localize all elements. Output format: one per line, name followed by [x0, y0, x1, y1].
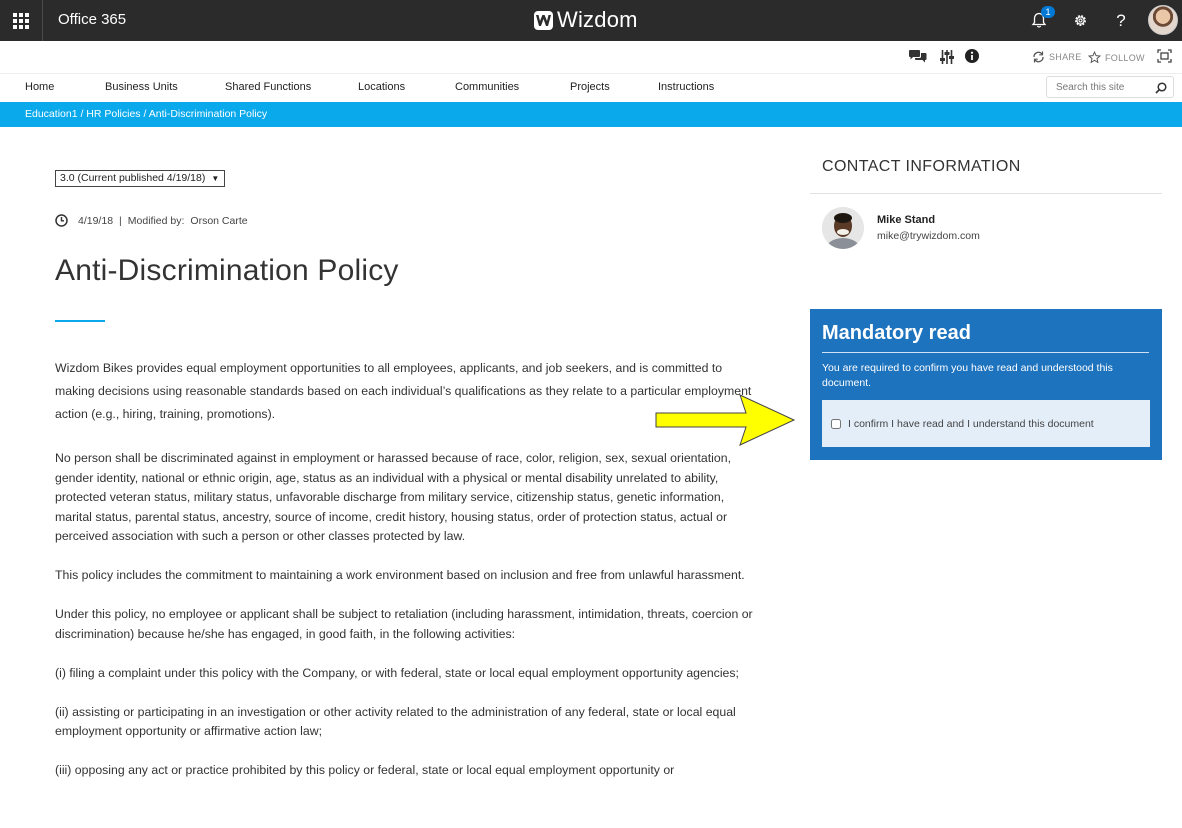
brand-logo[interactable]: Wizdom — [534, 7, 638, 33]
action-bar: SHARE FOLLOW — [0, 41, 1182, 73]
settings-button[interactable] — [1060, 0, 1100, 41]
breadcrumb: Education1 / HR Policies / Anti-Discrimi… — [0, 102, 1182, 127]
user-avatar[interactable] — [1148, 5, 1178, 35]
contact-name[interactable]: Mike Stand — [877, 214, 935, 226]
search-button[interactable] — [1155, 81, 1167, 99]
paragraph: This policy includes the commitment to m… — [55, 568, 745, 582]
app-title[interactable]: Office 365 — [58, 11, 126, 28]
mandatory-read-heading: Mandatory read — [822, 322, 971, 344]
follow-label: FOLLOW — [1105, 52, 1145, 63]
mandatory-description: You are required to confirm you have rea… — [822, 362, 1113, 389]
confirm-read-checkbox[interactable] — [831, 418, 841, 429]
modified-by-name: Orson Carte — [190, 214, 248, 227]
wizdom-logo-icon — [534, 10, 553, 30]
info-icon[interactable] — [965, 49, 979, 68]
paragraph: Wizdom Bikes provides equal employment o… — [55, 361, 752, 421]
suite-bar: Office 365 Wizdom 1 ? — [0, 0, 1182, 41]
site-search — [1046, 76, 1174, 98]
share-label: SHARE — [1049, 52, 1082, 62]
nav-item-shared-functions[interactable]: Shared Functions — [225, 81, 311, 93]
breadcrumb-path[interactable]: Education1 / HR Policies / Anti-Discrimi… — [25, 108, 267, 120]
paragraph: Under this policy, no employee or applic… — [55, 607, 753, 641]
search-icon — [1155, 82, 1167, 94]
contact-email[interactable]: mike@trywizdom.com — [877, 230, 980, 242]
document-body: Wizdom Bikes provides equal employment o… — [55, 357, 755, 800]
app-launcher-button[interactable] — [0, 0, 43, 41]
sliders-icon[interactable] — [940, 49, 954, 70]
nav-item-communities[interactable]: Communities — [455, 81, 519, 93]
clock-icon — [55, 214, 68, 227]
annotation-arrow-icon — [655, 394, 796, 446]
nav-item-instructions[interactable]: Instructions — [658, 81, 714, 93]
nav-item-home[interactable]: Home — [25, 81, 54, 93]
top-navigation: Home Business Units Shared Functions Loc… — [0, 73, 1182, 103]
paragraph: (i) filing a complaint under this policy… — [55, 665, 739, 680]
paragraph: (ii) assisting or participating in an in… — [55, 704, 736, 739]
version-select[interactable]: 3.0 (Current published 4/19/18) ▼ — [55, 170, 226, 187]
paragraph: No person shall be discriminated against… — [55, 451, 732, 543]
share-icon — [1033, 51, 1044, 63]
page-title: Anti-Discrimination Policy — [55, 254, 399, 287]
contact-divider — [810, 193, 1162, 194]
confirm-read-label[interactable]: I confirm I have read and I understand t… — [848, 418, 1094, 430]
help-icon: ? — [1116, 10, 1126, 30]
modified-by-label: Modified by: — [127, 214, 185, 227]
notifications-button[interactable]: 1 — [1019, 0, 1059, 41]
contact-heading: CONTACT INFORMATION — [822, 158, 1021, 175]
search-input[interactable] — [1047, 77, 1160, 97]
confirm-read-box[interactable]: I confirm I have read and I understand t… — [822, 400, 1150, 447]
nav-item-projects[interactable]: Projects — [570, 81, 610, 93]
paragraph: (iii) opposing any act or practice prohi… — [55, 763, 675, 777]
gear-icon — [1074, 15, 1086, 26]
meta-separator: | — [119, 214, 122, 227]
nav-item-business-units[interactable]: Business Units — [105, 81, 178, 93]
title-divider — [55, 320, 105, 322]
contact-avatar[interactable] — [822, 207, 864, 249]
brand-name: Wizdom — [557, 7, 638, 32]
focus-mode-icon[interactable] — [1157, 49, 1172, 68]
help-button[interactable]: ? — [1101, 0, 1141, 41]
star-icon — [1088, 51, 1101, 64]
document-meta: 4/19/18 | Modified by: Orson Carte — [55, 214, 248, 227]
comments-icon[interactable] — [908, 49, 928, 70]
waffle-icon — [13, 12, 29, 29]
notification-badge: 1 — [1041, 6, 1055, 18]
nav-item-locations[interactable]: Locations — [358, 81, 405, 93]
share-button[interactable]: SHARE — [1032, 51, 1082, 63]
mandatory-read-panel: Mandatory read You are required to confi… — [810, 309, 1162, 460]
modified-date: 4/19/18 — [78, 214, 114, 227]
mandatory-divider — [822, 352, 1149, 353]
follow-button[interactable]: FOLLOW — [1088, 51, 1145, 64]
chevron-down-icon: ▼ — [211, 174, 220, 183]
version-select-value: 3.0 (Current published 4/19/18) — [60, 172, 206, 184]
